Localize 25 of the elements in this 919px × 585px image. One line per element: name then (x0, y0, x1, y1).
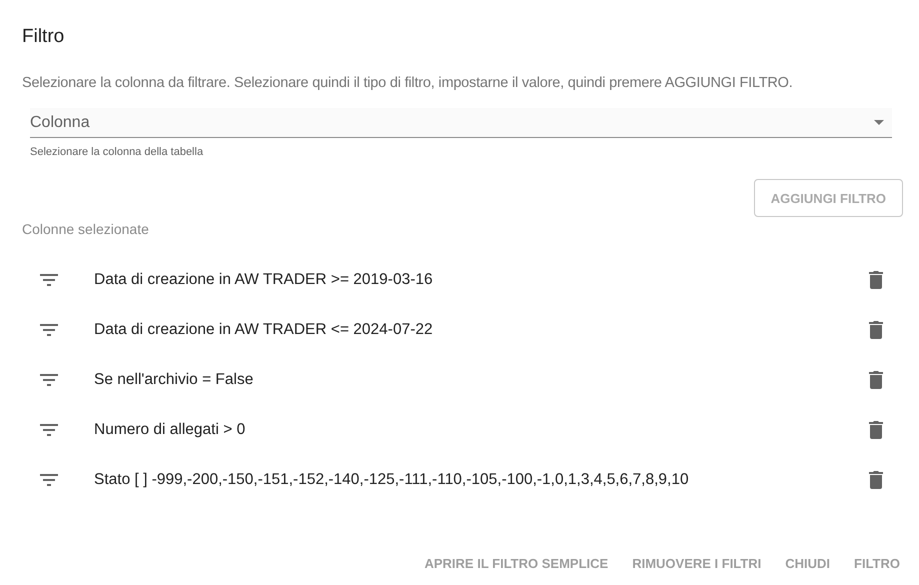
filter-icon (40, 474, 58, 486)
column-select[interactable]: Colonna (30, 108, 892, 138)
instructions-text: Selezionare la colonna da filtrare. Selezionare quindi il tipo di filtro, impostarne il valore, quindi premere AGGIUNGI FILTRO. (22, 75, 794, 91)
filter-icon (40, 374, 58, 386)
filter-icon (40, 274, 58, 286)
delete-icon[interactable] (869, 421, 883, 439)
filter-text: Data di creazione in AW TRADER >= 2019-03-16 (94, 271, 434, 289)
footer-button[interactable]: RIMUOVERE I FILTRI (621, 550, 772, 577)
section-label: Colonne selezionate (22, 221, 150, 237)
delete-icon[interactable] (869, 371, 883, 389)
filter-icon (40, 424, 58, 436)
filter-text: Se nell'archivio = False (94, 371, 254, 389)
filter-icon (40, 324, 58, 336)
footer-button[interactable]: CHIUDI (774, 550, 842, 577)
delete-icon[interactable] (869, 271, 883, 289)
delete-icon[interactable] (869, 321, 883, 339)
delete-icon[interactable] (869, 471, 883, 489)
filter-text: Numero di allegati > 0 (94, 421, 246, 439)
dialog-title: Filtro (22, 26, 66, 49)
footer-button[interactable]: FILTRO (843, 550, 911, 577)
filter-text: Data di creazione in AW TRADER <= 2024-07-22 (94, 321, 434, 339)
footer-button[interactable]: APRIRE IL FILTRO SEMPLICE (413, 550, 620, 577)
filter-text: Stato [ ] -999,-200,-150,-151,-152,-140,-125,-111,-110,-105,-100,-1,0,1,3,4,5,6,7,8,9,10 (94, 471, 690, 489)
field-hint: Selezionare la colonna della tabella (30, 146, 204, 158)
caret-icon (874, 120, 884, 125)
